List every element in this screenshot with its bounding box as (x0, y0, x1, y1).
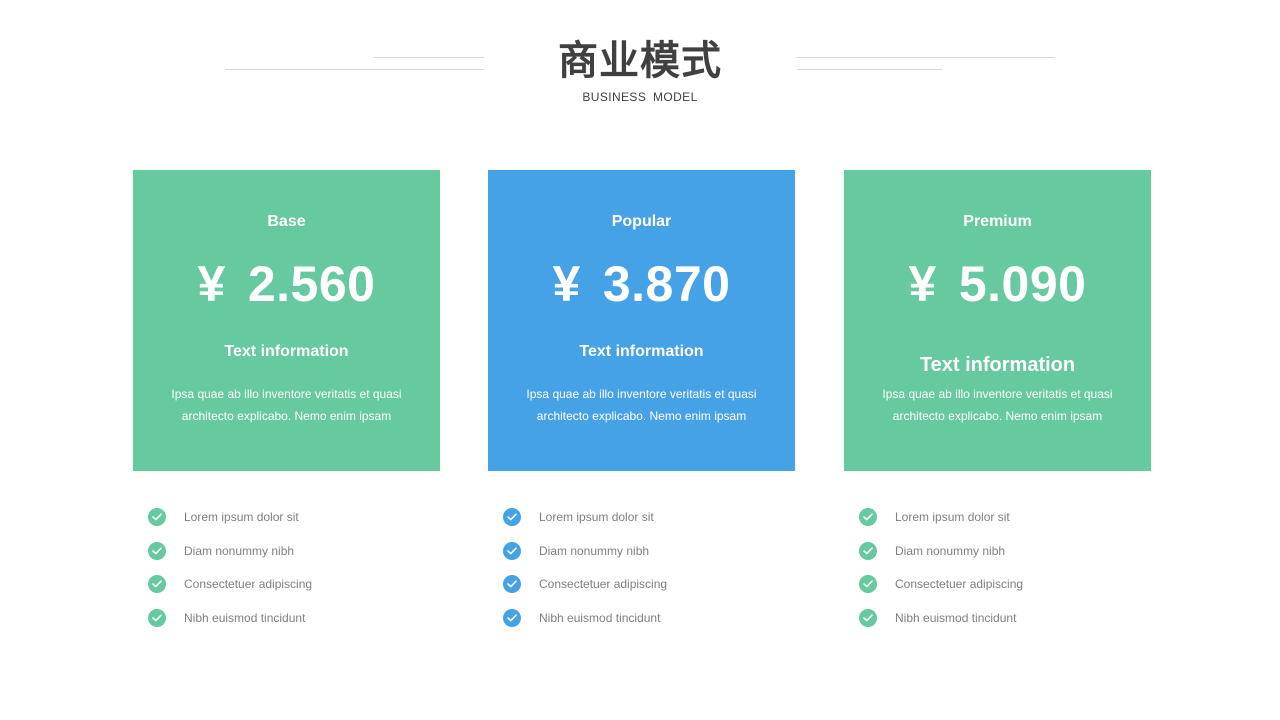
plan-card-base[interactable]: Base ¥2.560 Text information Ipsa quae a… (133, 170, 440, 471)
feature-text: Nibh euismod tincidunt (539, 610, 661, 625)
feature-item: Consectetuer adipiscing (148, 567, 448, 601)
feature-text: Diam nonummy nibh (895, 543, 1006, 558)
feature-item: Lorem ipsum dolor sit (859, 500, 1159, 534)
description-line: Ipsa quae ab illo inventore veritatis et… (526, 387, 757, 401)
feature-text: Consectetuer adipiscing (895, 577, 1024, 592)
currency-symbol: ¥ (552, 256, 581, 312)
description-line: Ipsa quae ab illo inventore veritatis et… (171, 387, 402, 401)
feature-text: Lorem ipsum dolor sit (539, 509, 654, 524)
description-line: Ipsa quae ab illo inventore veritatis et… (882, 387, 1113, 401)
plan-name: Popular (611, 213, 672, 230)
description-line: architecto explicabo. Nemo enim ipsam (536, 409, 747, 423)
feature-item: Diam nonummy nibh (148, 534, 448, 568)
feature-item: Consectetuer adipiscing (859, 567, 1159, 601)
plan-description: Ipsa quae ab illo inventore veritatis et… (518, 383, 765, 427)
plan-name: Base (267, 213, 306, 230)
currency-symbol: ¥ (908, 256, 937, 312)
check-circle-icon (859, 507, 877, 526)
feature-text: Nibh euismod tincidunt (184, 610, 306, 625)
check-circle-icon (503, 575, 521, 594)
feature-item: Nibh euismod tincidunt (148, 601, 448, 635)
feature-item: Diam nonummy nibh (859, 534, 1159, 568)
check-circle-icon (859, 608, 877, 627)
page-title: 商业模式 (558, 38, 722, 84)
plan-card-premium[interactable]: Premium ¥5.090 Text information Ipsa qua… (844, 170, 1151, 471)
plan-info-title: Text information (579, 343, 704, 360)
feature-text: Nibh euismod tincidunt (895, 610, 1017, 625)
feature-text: Consectetuer adipiscing (539, 577, 668, 592)
check-circle-icon (503, 507, 521, 526)
price-value: 3.870 (602, 256, 731, 312)
feature-text: Consectetuer adipiscing (184, 577, 313, 592)
description-line: architecto explicabo. Nemo enim ipsam (181, 409, 392, 423)
check-circle-icon (859, 541, 877, 560)
feature-text: Diam nonummy nibh (184, 543, 295, 558)
check-circle-icon (859, 575, 877, 594)
currency-symbol: ¥ (197, 256, 226, 312)
feature-item: Consectetuer adipiscing (503, 567, 803, 601)
plan-info-title: Text information (224, 343, 349, 360)
feature-item: Diam nonummy nibh (503, 534, 803, 568)
check-circle-icon (148, 608, 166, 627)
plan-name: Premium (963, 213, 1032, 230)
plan-price: ¥3.870 (488, 254, 795, 314)
check-circle-icon (503, 608, 521, 627)
check-circle-icon (148, 541, 166, 560)
price-value: 5.090 (958, 256, 1087, 312)
feature-text: Lorem ipsum dolor sit (184, 509, 299, 524)
price-value: 2.560 (247, 256, 376, 312)
feature-text: Diam nonummy nibh (539, 543, 650, 558)
feature-text: Lorem ipsum dolor sit (895, 509, 1010, 524)
feature-item: Lorem ipsum dolor sit (503, 500, 803, 534)
plan-description: Ipsa quae ab illo inventore veritatis et… (163, 383, 410, 427)
check-circle-icon (148, 575, 166, 594)
plan-price: ¥2.560 (133, 254, 440, 314)
feature-list-popular: Lorem ipsum dolor sit Diam nonummy nibh … (503, 500, 803, 635)
feature-item: Lorem ipsum dolor sit (148, 500, 448, 534)
feature-list-premium: Lorem ipsum dolor sit Diam nonummy nibh … (859, 500, 1159, 635)
plan-card-popular[interactable]: Popular ¥3.870 Text information Ipsa qua… (488, 170, 795, 471)
description-line: architecto explicabo. Nemo enim ipsam (892, 409, 1103, 423)
check-circle-icon (503, 541, 521, 560)
plan-info-title: Text information (919, 354, 1076, 376)
page-subtitle: BUSINESS MODEL (582, 90, 698, 104)
check-circle-icon (148, 507, 166, 526)
feature-list-base: Lorem ipsum dolor sit Diam nonummy nibh … (148, 500, 448, 635)
slide: 商业模式 BUSINESS MODEL Base ¥2.560 Text inf… (0, 0, 1280, 720)
plan-description: Ipsa quae ab illo inventore veritatis et… (874, 383, 1121, 427)
feature-item: Nibh euismod tincidunt (859, 601, 1159, 635)
plan-price: ¥5.090 (844, 254, 1151, 314)
feature-item: Nibh euismod tincidunt (503, 601, 803, 635)
